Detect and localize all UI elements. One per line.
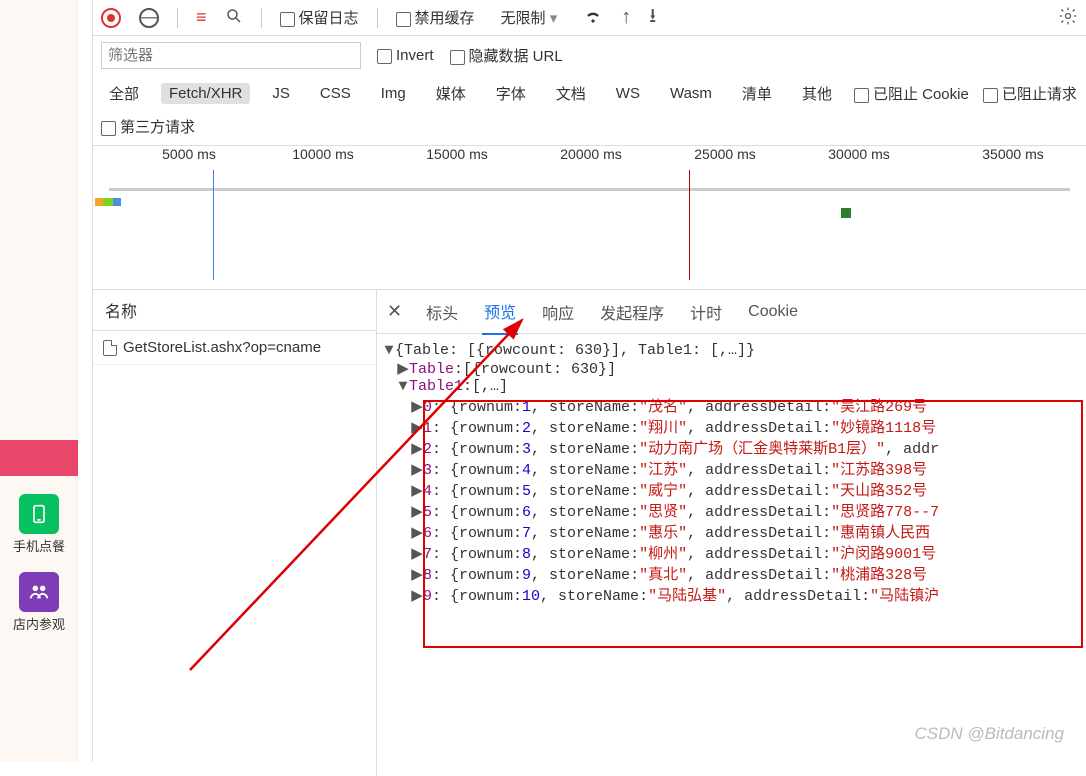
search-icon[interactable]	[225, 7, 243, 28]
preview-row[interactable]: ▶6: {rownum: 7, storeName: "惠乐", address…	[383, 521, 1080, 542]
close-icon[interactable]: ✕	[387, 301, 402, 322]
tab-response[interactable]: 响应	[540, 290, 576, 334]
network-conditions-icon[interactable]	[583, 6, 603, 29]
type-all[interactable]: 全部	[101, 81, 147, 106]
sidebar-label-visit[interactable]: 店内参观	[0, 614, 78, 633]
type-font[interactable]: 字体	[488, 81, 534, 106]
store-visit-icon[interactable]	[19, 572, 59, 612]
preserve-log-checkbox[interactable]: 保留日志	[280, 7, 359, 28]
lower-pane: 名称 GetStoreList.ashx?op=cname ✕ 标头 预览 响应…	[93, 290, 1086, 776]
expand-icon[interactable]: ▼	[397, 378, 409, 395]
tab-timing[interactable]: 计时	[688, 290, 724, 334]
third-party-row: 第三方请求	[93, 112, 1086, 146]
preview-row[interactable]: ▶2: {rownum: 3, storeName: "动力南广场（汇金奥特莱斯…	[383, 437, 1080, 458]
type-filter-row: 全部 Fetch/XHR JS CSS Img 媒体 字体 文档 WS Wasm…	[93, 75, 1086, 112]
upload-icon[interactable]: ↑	[621, 6, 631, 29]
expand-icon[interactable]: ▼	[383, 342, 395, 359]
timeline-tick: 5000 ms	[162, 146, 216, 162]
request-list: 名称 GetStoreList.ashx?op=cname	[93, 290, 377, 776]
type-manifest[interactable]: 清单	[734, 81, 780, 106]
clear-icon[interactable]: ／	[139, 8, 159, 28]
third-party-checkbox[interactable]: 第三方请求	[101, 116, 195, 137]
key-table1: Table1	[409, 378, 463, 395]
disable-cache-checkbox[interactable]: 禁用缓存	[396, 7, 475, 28]
watermark: CSDN @Bitdancing	[914, 724, 1064, 744]
divider	[261, 8, 262, 28]
tab-preview[interactable]: 预览	[482, 290, 518, 335]
preview-row[interactable]: ▶3: {rownum: 4, storeName: "江苏", address…	[383, 458, 1080, 479]
preview-row[interactable]: ▶8: {rownum: 9, storeName: "真北", address…	[383, 563, 1080, 584]
timeline-tick: 30000 ms	[828, 146, 889, 162]
record-icon[interactable]	[101, 8, 121, 28]
tab-initiator[interactable]: 发起程序	[598, 290, 666, 334]
settings-icon[interactable]	[1058, 6, 1078, 29]
preview-row[interactable]: ▶5: {rownum: 6, storeName: "思贤", address…	[383, 500, 1080, 521]
hide-data-urls-checkbox[interactable]: 隐藏数据 URL	[450, 45, 563, 66]
sidebar-active-indicator	[0, 440, 78, 476]
filter-row: Invert 隐藏数据 URL	[93, 36, 1086, 75]
sidebar-label-mobile[interactable]: 手机点餐	[0, 536, 78, 555]
type-media[interactable]: 媒体	[428, 81, 474, 106]
type-wasm[interactable]: Wasm	[662, 83, 720, 104]
timeline-overview[interactable]: 5000 ms 10000 ms 15000 ms 20000 ms 25000…	[93, 146, 1086, 290]
timeline-tick: 25000 ms	[694, 146, 755, 162]
download-icon[interactable]: ⭳	[649, 1, 656, 35]
type-js[interactable]: JS	[264, 83, 298, 104]
type-img[interactable]: Img	[373, 83, 414, 104]
throttle-select[interactable]: 无限制 ▾	[493, 5, 566, 30]
devtools-panel: ／ ≡ 保留日志 禁用缓存 无限制 ▾ ↑ ⭳ Invert 隐藏数据 URL …	[92, 0, 1086, 762]
timeline-tick: 20000 ms	[560, 146, 621, 162]
network-toolbar: ／ ≡ 保留日志 禁用缓存 无限制 ▾ ↑ ⭳	[93, 0, 1086, 36]
preview-row[interactable]: ▶0: {rownum: 1, storeName: "茂名", address…	[383, 395, 1080, 416]
preview-body[interactable]: ▼{Table: [{rowcount: 630}], Table1: [,…]…	[377, 334, 1086, 776]
request-item[interactable]: GetStoreList.ashx?op=cname	[93, 331, 376, 365]
type-ws[interactable]: WS	[608, 83, 648, 104]
preview-row[interactable]: ▶4: {rownum: 5, storeName: "威宁", address…	[383, 479, 1080, 500]
type-other[interactable]: 其他	[794, 81, 840, 106]
app-sidebar: 手机点餐 店内参观	[0, 0, 78, 762]
preview-root: {Table: [{rowcount: 630}], Table1: [,…]}	[395, 342, 755, 359]
type-css[interactable]: CSS	[312, 83, 359, 104]
filter-input[interactable]	[101, 42, 361, 69]
filter-icon[interactable]: ≡	[196, 7, 207, 28]
detail-pane: ✕ 标头 预览 响应 发起程序 计时 Cookie ▼{Table: [{row…	[377, 290, 1086, 776]
timeline-tick: 35000 ms	[982, 146, 1043, 162]
key-table: Table	[409, 361, 454, 378]
type-doc[interactable]: 文档	[548, 81, 594, 106]
preview-row[interactable]: ▶1: {rownum: 2, storeName: "翔川", address…	[383, 416, 1080, 437]
blocked-requests-checkbox[interactable]: 已阻止请求	[983, 83, 1077, 104]
document-icon	[103, 340, 117, 356]
divider	[177, 8, 178, 28]
mobile-order-icon[interactable]	[19, 494, 59, 534]
invert-checkbox[interactable]: Invert	[377, 47, 434, 64]
blocked-cookies-checkbox[interactable]: 已阻止 Cookie	[854, 83, 969, 104]
timeline-tick: 10000 ms	[292, 146, 353, 162]
expand-icon[interactable]: ▶	[397, 359, 409, 378]
preview-row[interactable]: ▶7: {rownum: 8, storeName: "柳州", address…	[383, 542, 1080, 563]
divider	[377, 8, 378, 28]
preview-row[interactable]: ▶9: {rownum: 10, storeName: "马陆弘基", addr…	[383, 584, 1080, 605]
detail-tabs: ✕ 标头 预览 响应 发起程序 计时 Cookie	[377, 290, 1086, 334]
tab-headers[interactable]: 标头	[424, 290, 460, 334]
type-fetch-xhr[interactable]: Fetch/XHR	[161, 83, 250, 104]
request-list-header: 名称	[93, 290, 376, 331]
request-name: GetStoreList.ashx?op=cname	[123, 339, 321, 356]
tab-cookies[interactable]: Cookie	[746, 293, 800, 331]
timeline-tick: 15000 ms	[426, 146, 487, 162]
